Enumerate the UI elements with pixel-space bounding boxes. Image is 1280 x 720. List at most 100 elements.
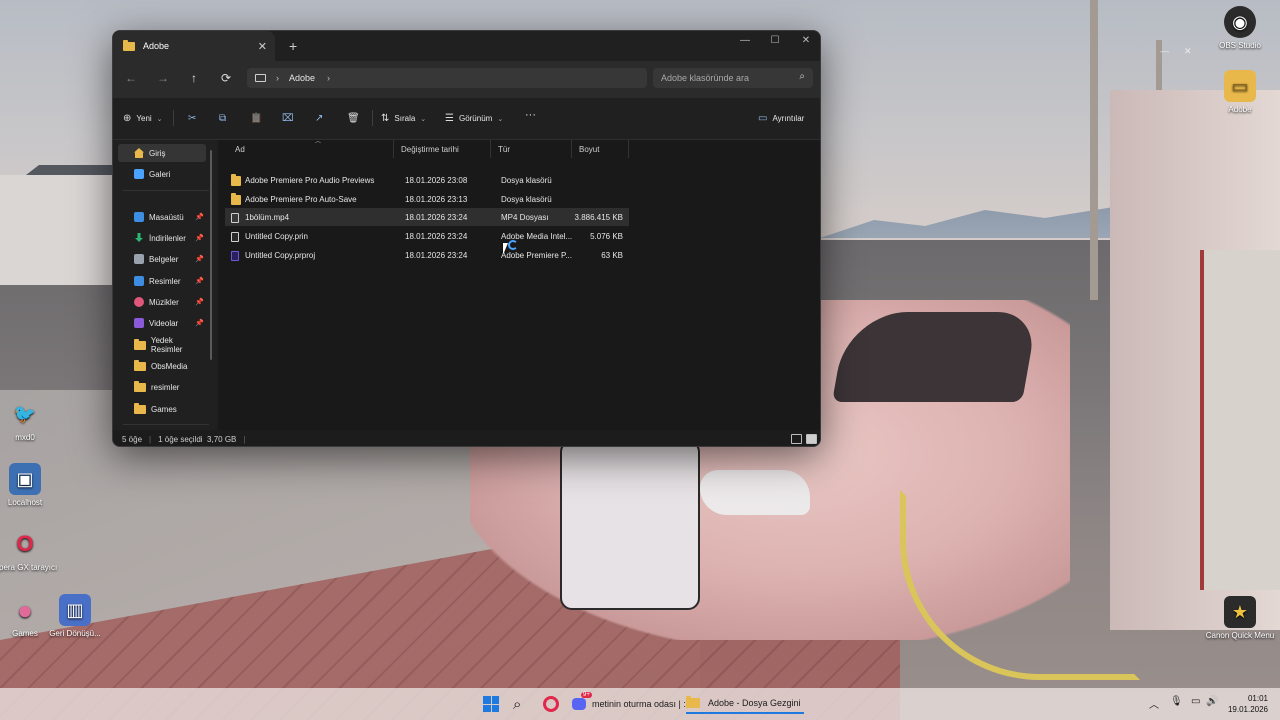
more-options-button[interactable]: ··· [525, 109, 536, 121]
volume-icon[interactable]: 🔊 [1206, 696, 1218, 707]
column-header-size[interactable]: Boyut [573, 140, 629, 158]
pin-icon[interactable]: 📌 [195, 234, 204, 242]
clipboard-icon: 📋 [250, 113, 263, 124]
breadcrumb-adobe[interactable]: Adobe [289, 73, 315, 83]
taskbar-search-button[interactable]: ⌕ [513, 694, 521, 714]
folder-icon [686, 696, 700, 708]
desktop-icon-recycle-bin[interactable]: ▥ Geri Dönüşü... [40, 594, 110, 638]
chevron-down-icon: ⌄ [420, 115, 427, 123]
file-row[interactable]: Adobe Premiere Pro Audio Previews 18.01.… [225, 171, 629, 189]
tab-adobe[interactable]: Adobe ✕ [113, 31, 275, 61]
column-header-name[interactable]: Ad [229, 140, 394, 158]
new-button[interactable]: ⊕ Yeni ⌄ [123, 113, 163, 124]
breadcrumb-separator: › [276, 73, 279, 83]
show-hidden-icons-button[interactable]: ︿ [1149, 696, 1159, 711]
search-icon: ⌕ [799, 71, 805, 82]
sidebar-item-downloads[interactable]: İndirilenler 📌 [118, 229, 206, 247]
details-view-button[interactable] [791, 434, 802, 444]
copy-button[interactable]: ⧉ [219, 113, 226, 124]
forward-button[interactable]: → [153, 71, 173, 85]
sidebar-item-gallery[interactable]: Galeri [118, 165, 206, 183]
close-button[interactable]: ✕ [791, 35, 820, 46]
sort-button[interactable]: ⇅ Sırala ⌄ [381, 113, 426, 124]
search-input[interactable]: Adobe klasöründe ara ⌕ [653, 68, 813, 88]
file-row[interactable]: Untitled Copy.prproj 18.01.2026 23:24 Ad… [225, 246, 629, 264]
sidebar-item-music[interactable]: Müzikler 📌 [118, 293, 206, 311]
tab-close-icon[interactable]: ✕ [258, 40, 267, 53]
up-button[interactable]: ↑ [184, 71, 204, 85]
sidebar-scrollbar[interactable] [210, 150, 212, 360]
desktop-icon-mxd0[interactable]: 🐦 mxd0 [0, 398, 60, 443]
chevron-down-icon: ⌄ [156, 115, 163, 123]
refresh-button[interactable]: ⟳ [216, 71, 236, 85]
pin-icon[interactable]: 📌 [195, 255, 204, 263]
sidebar-item-label: Videolar [149, 318, 179, 328]
desktop-icon-adobe[interactable]: ▭ Adobe [1205, 70, 1275, 114]
taskbar-discord[interactable]: 9+ metinin oturma odası | : [572, 692, 686, 714]
discord-window-title: metinin oturma odası | : [592, 699, 686, 709]
taskbar-opera-gx[interactable] [543, 694, 559, 714]
clock[interactable]: 01:01 19.01.2026 [1228, 693, 1268, 715]
sidebar-item-yedek-resimler[interactable]: Yedek Resimler [118, 336, 206, 354]
trash-icon: 🗑 [347, 113, 360, 124]
loading-spinner-icon [508, 240, 518, 250]
start-button[interactable] [483, 694, 499, 714]
windows-logo-icon [483, 696, 499, 712]
sidebar-item-games[interactable]: Games [118, 400, 206, 418]
rename-button[interactable]: ⌧ [282, 113, 294, 124]
file-name: 1bölüm.mp4 [245, 213, 290, 222]
explorer-window-title: Adobe - Dosya Gezgini [708, 698, 801, 708]
sidebar-item-videos[interactable]: Videolar 📌 [118, 314, 206, 332]
cut-button[interactable]: ✂ [188, 113, 196, 124]
command-bar: ⊕ Yeni ⌄ ✂ ⧉ 📋 ⌧ ↗ 🗑 ⇅ Sırala ⌄ ☰ Görünü… [113, 98, 820, 140]
wallpaper-house [0, 175, 120, 285]
status-separator: | [149, 434, 152, 444]
address-bar[interactable]: › Adobe › [247, 68, 647, 88]
network-icon[interactable]: ▭ [1191, 696, 1200, 707]
file-type: MP4 Dosyası [501, 213, 549, 222]
column-header-type[interactable]: Tür [492, 140, 572, 158]
back-button[interactable]: ← [121, 71, 141, 85]
file-row[interactable]: Adobe Premiere Pro Auto-Save 18.01.2026 … [225, 190, 629, 208]
desktop-icon-localhost[interactable]: ▣ Localhost [0, 463, 60, 507]
file-row[interactable]: Untitled Copy.prin 18.01.2026 23:24 Adob… [225, 227, 629, 245]
view-button[interactable]: ☰ Görünüm ⌄ [445, 113, 503, 124]
sidebar-item-resimler[interactable]: resimler [118, 378, 206, 396]
paste-button[interactable]: 📋 [250, 113, 262, 124]
delete-button[interactable]: 🗑 [347, 113, 360, 124]
sidebar-item-label: Yedek Resimler [150, 336, 183, 354]
minimize-button[interactable]: — [730, 35, 760, 46]
breadcrumb-separator[interactable]: › [327, 73, 330, 83]
pin-icon[interactable]: 📌 [195, 213, 204, 221]
file-modified: 18.01.2026 23:24 [405, 213, 468, 222]
sidebar-item-documents[interactable]: Belgeler 📌 [118, 250, 206, 268]
taskbar-file-explorer[interactable]: Adobe - Dosya Gezgini [686, 694, 804, 714]
desktop-icon-obs[interactable]: ◉ OBS Studio [1205, 6, 1275, 50]
microphone-icon[interactable]: 🎙 [1170, 696, 1183, 707]
desktop-icon-opera-gx[interactable]: O Opera GX tarayıcı [0, 528, 60, 572]
column-header-modified[interactable]: Değiştirme tarihi [395, 140, 491, 158]
search-icon: ⌕ [513, 695, 522, 713]
file-modified: 18.01.2026 23:13 [405, 195, 468, 204]
home-icon [134, 148, 144, 158]
details-pane-button[interactable]: ▭ Ayrıntılar [758, 113, 804, 124]
pin-icon[interactable]: 📌 [195, 319, 204, 327]
file-row-selected[interactable]: 1bölüm.mp4 18.01.2026 23:24 MP4 Dosyası … [225, 208, 629, 226]
rename-icon: ⌧ [282, 113, 294, 124]
view-list-icon: ☰ [445, 113, 454, 124]
share-button[interactable]: ↗ [315, 113, 323, 124]
sidebar-item-home[interactable]: Giriş [118, 144, 206, 162]
pin-icon[interactable]: 📌 [195, 277, 204, 285]
file-size: 63 KB [601, 251, 623, 260]
sidebar-item-pictures[interactable]: Resimler 📌 [118, 272, 206, 290]
tiles-view-button[interactable] [806, 434, 817, 444]
pin-icon[interactable]: 📌 [195, 298, 204, 306]
maximize-button[interactable]: ☐ [760, 35, 790, 46]
pictures-icon [134, 276, 144, 286]
sidebar-item-obsmedia[interactable]: ObsMedia [118, 357, 206, 375]
new-tab-button[interactable]: + [289, 38, 297, 54]
clock-time: 01:01 [1247, 694, 1268, 703]
sidebar-item-desktop[interactable]: Masaüstü 📌 [118, 208, 206, 226]
desktop-icon-canon-quick-menu[interactable]: ★ Canon Quick Menu [1205, 596, 1275, 640]
toolbar-divider [173, 110, 174, 126]
